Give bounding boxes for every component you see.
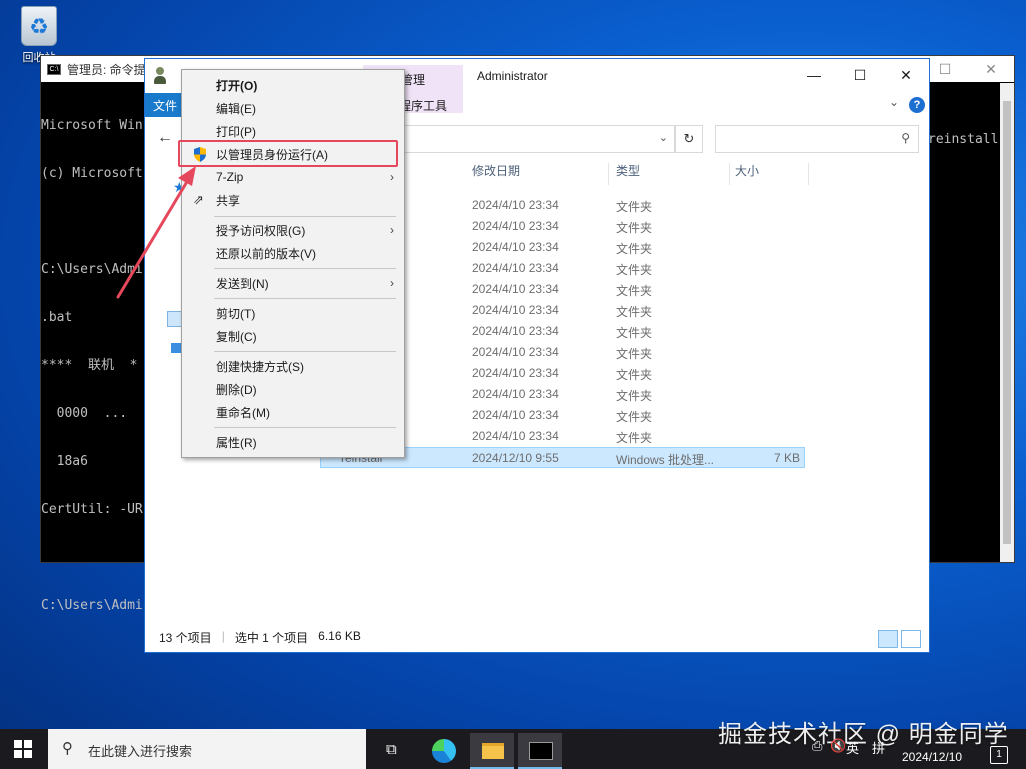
task-view-icon[interactable]: ⧉ bbox=[372, 733, 416, 769]
edge-browser-icon[interactable] bbox=[422, 733, 466, 769]
taskbar-date[interactable]: 2024/12/10 bbox=[902, 750, 962, 764]
watermark: 掘金技术社区 @ 明金同学 bbox=[718, 721, 1009, 748]
search-icon: ⚲ bbox=[62, 740, 73, 757]
taskbar-search-box[interactable]: ⚲ 在此键入进行搜索 bbox=[48, 729, 366, 769]
search-placeholder: 在此键入进行搜索 bbox=[88, 744, 193, 759]
file-explorer-icon[interactable] bbox=[470, 733, 514, 769]
ime-mode[interactable]: 拼 bbox=[872, 738, 885, 757]
ime-language[interactable]: 英 bbox=[846, 738, 859, 757]
windows-start-icon[interactable] bbox=[14, 740, 32, 758]
annotation-arrow bbox=[116, 166, 196, 299]
cmd-taskbar-icon[interactable] bbox=[518, 733, 562, 769]
network-tray-icon[interactable]: ⎙ bbox=[812, 738, 822, 754]
volume-icon[interactable]: 🔇 bbox=[830, 738, 846, 754]
notification-count[interactable]: 1 bbox=[990, 746, 1008, 764]
